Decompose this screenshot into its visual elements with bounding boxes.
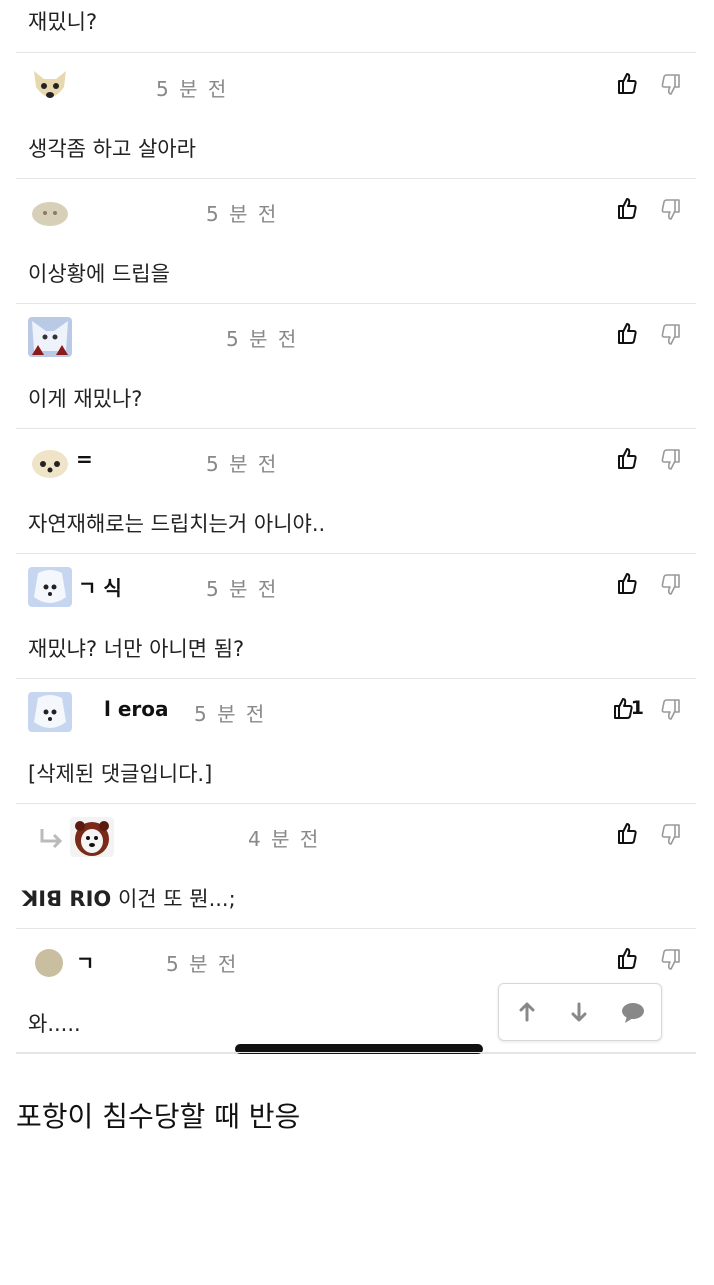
avatar[interactable] bbox=[34, 948, 64, 978]
avatar[interactable] bbox=[70, 817, 114, 857]
comment-item: 5 분 전 이상황에 드립을 bbox=[16, 178, 696, 304]
thumbs-up-icon[interactable] bbox=[616, 821, 638, 845]
username[interactable]: ㄱ bbox=[76, 947, 94, 976]
timestamp: 5 분 전 bbox=[206, 452, 279, 476]
timestamp: 4 분 전 bbox=[248, 827, 321, 851]
comment-body: ꓘꓲꓭ ꓣꓲꓳ 이건 또 뭔...; bbox=[22, 883, 236, 913]
thumbs-up-icon[interactable] bbox=[616, 71, 638, 95]
thumbs-down-icon[interactable] bbox=[660, 73, 682, 97]
arrow-up-icon[interactable] bbox=[513, 998, 541, 1026]
thumbs-down-icon[interactable] bbox=[660, 948, 682, 972]
mention[interactable]: ꓘꓲꓭ ꓣꓲꓳ bbox=[22, 887, 111, 911]
thumbs-down-icon[interactable] bbox=[660, 448, 682, 472]
comment-item: 5 분 전 이게 재밌나? bbox=[16, 303, 696, 429]
comment-text: 자연재해로는 드립치는거 아니야.. bbox=[28, 512, 326, 536]
avatar[interactable] bbox=[28, 192, 72, 232]
thumbs-down-icon[interactable] bbox=[660, 198, 682, 222]
avatar[interactable] bbox=[28, 692, 72, 732]
username[interactable]: = bbox=[76, 447, 93, 471]
comment-text: 생각좀 하고 살아라 bbox=[28, 137, 196, 161]
thumbs-down-icon[interactable] bbox=[660, 323, 682, 347]
comment-item: 4 분 전 ꓘꓲꓭ ꓣꓲꓳ 이건 또 뭔...; bbox=[16, 803, 696, 929]
comment-text: 이상황에 드립을 bbox=[28, 262, 170, 286]
avatar[interactable] bbox=[28, 67, 72, 107]
thumbs-up-icon[interactable] bbox=[616, 321, 638, 345]
top-comment-text: 재밌니? bbox=[28, 10, 98, 34]
reply-arrow-icon bbox=[40, 829, 63, 849]
speech-bubble-icon[interactable] bbox=[619, 998, 647, 1026]
comment-text: 재밌냐? 너만 아니면 됨? bbox=[28, 637, 245, 661]
like-count: 1 bbox=[630, 697, 644, 719]
comment-item: = 5 분 전 자연재해로는 드립치는거 아니야.. bbox=[16, 428, 696, 554]
comment-item: 5 분 전 생각좀 하고 살아라 bbox=[16, 53, 696, 179]
username[interactable]: ㄱ 식 bbox=[78, 572, 122, 601]
timestamp: 5 분 전 bbox=[166, 952, 239, 976]
avatar[interactable] bbox=[28, 567, 72, 607]
timestamp: 5 분 전 bbox=[226, 327, 299, 351]
comment-item: l eroa 5 분 전 1 [삭제된 댓글입니다.] bbox=[16, 678, 696, 804]
thumbs-up-icon[interactable] bbox=[616, 446, 638, 470]
comment-text: 이건 또 뭔...; bbox=[117, 887, 236, 911]
thumbs-up-icon[interactable] bbox=[616, 196, 638, 220]
timestamp: 5 분 전 bbox=[156, 77, 229, 101]
timestamp: 5 분 전 bbox=[194, 702, 267, 726]
arrow-down-icon[interactable] bbox=[565, 998, 593, 1026]
timestamp: 5 분 전 bbox=[206, 202, 279, 226]
thumbs-up-icon[interactable] bbox=[616, 571, 638, 595]
caption: 포항이 침수당할 때 반응 bbox=[16, 1100, 301, 1133]
avatar[interactable] bbox=[28, 442, 72, 482]
timestamp: 5 분 전 bbox=[206, 577, 279, 601]
comment-text: 와..... bbox=[28, 1012, 81, 1036]
comment-text: 이게 재밌나? bbox=[28, 387, 143, 411]
avatar[interactable] bbox=[28, 317, 72, 357]
comment-item: ㄱ 식 5 분 전 재밌냐? 너만 아니면 됨? bbox=[16, 553, 696, 679]
thumbs-down-icon[interactable] bbox=[660, 698, 682, 722]
thumbs-down-icon[interactable] bbox=[660, 823, 682, 847]
thumbs-down-icon[interactable] bbox=[660, 573, 682, 597]
floating-nav bbox=[498, 983, 662, 1041]
divider bbox=[16, 1052, 696, 1053]
thumbs-up-icon[interactable] bbox=[616, 946, 638, 970]
username[interactable]: l eroa bbox=[104, 697, 168, 721]
comment-text: [삭제된 댓글입니다.] bbox=[28, 762, 213, 786]
